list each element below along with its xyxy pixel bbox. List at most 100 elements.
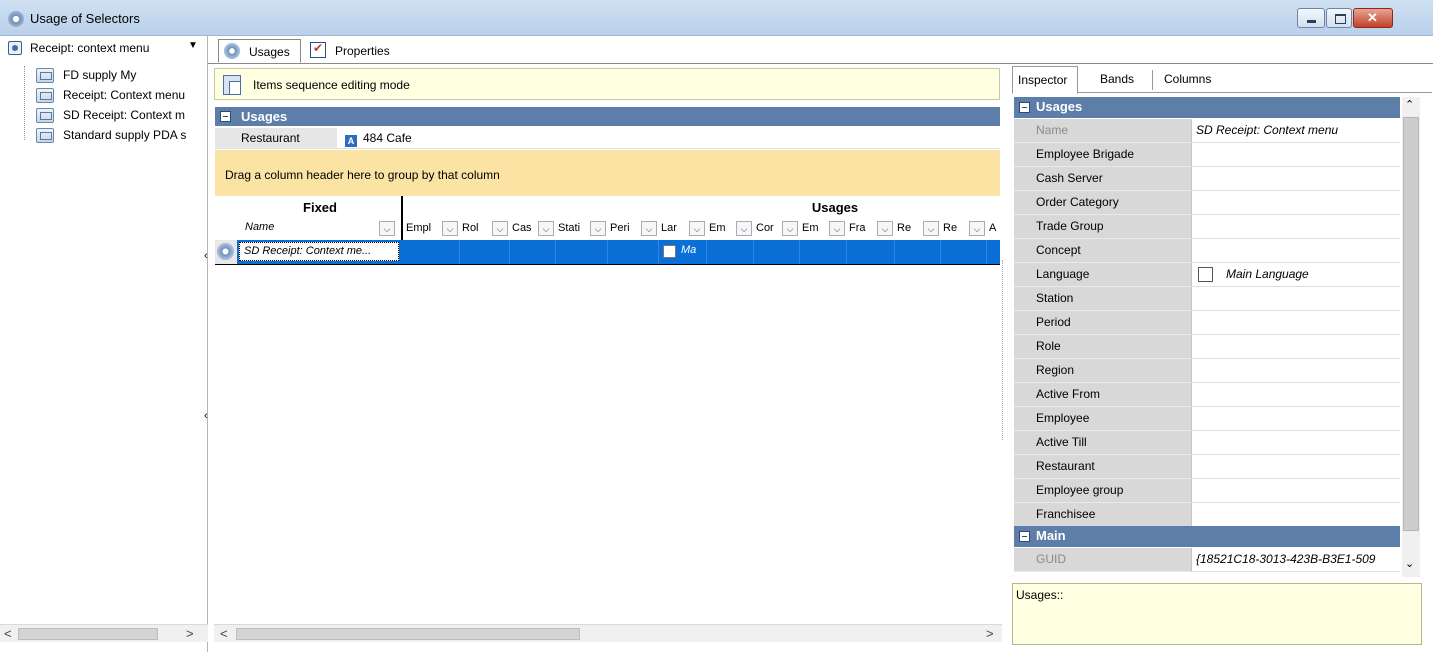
collapse-icon[interactable] [1019, 102, 1030, 113]
filter-dropdown-icon[interactable]: ⌵ [492, 221, 508, 236]
filter-dropdown-icon[interactable]: ⌵ [877, 221, 893, 236]
inspector-vertical-scrollbar[interactable]: ⌃ ⌄ [1402, 97, 1420, 577]
table-cell[interactable] [941, 240, 987, 264]
column-header[interactable]: Re ⌵ [895, 221, 941, 238]
filter-dropdown-icon[interactable]: ⌵ [736, 221, 752, 236]
row-name-cell[interactable]: SD Receipt: Context me... [239, 242, 399, 261]
column-header[interactable]: Lar ⌵ [659, 221, 707, 238]
column-header[interactable]: Stati ⌵ [556, 221, 608, 238]
table-cell[interactable] [754, 240, 800, 264]
filter-dropdown-icon[interactable]: ⌵ [590, 221, 606, 236]
scroll-thumb[interactable] [236, 628, 580, 640]
filter-dropdown-icon[interactable]: ⌵ [641, 221, 657, 236]
filter-dropdown-icon[interactable]: ⌵ [442, 221, 458, 236]
property-row[interactable]: Employee Brigade [1014, 143, 1400, 167]
language-checkbox[interactable] [1198, 267, 1213, 282]
tree-item[interactable]: SD Receipt: Context m [36, 108, 204, 124]
scroll-right-icon[interactable]: > [186, 626, 194, 641]
usages-section-header[interactable]: Usages [215, 107, 1000, 126]
property-row[interactable]: Language Main Language [1014, 263, 1400, 287]
category-main[interactable]: Main [1014, 526, 1400, 547]
table-cell[interactable] [510, 240, 556, 264]
tree-item[interactable]: Receipt: Context menu [36, 88, 204, 104]
tab-columns[interactable]: Columns [1164, 72, 1211, 86]
scroll-thumb[interactable] [1403, 117, 1419, 531]
left-horizontal-scrollbar[interactable]: < > [0, 624, 208, 642]
close-button[interactable] [1353, 8, 1393, 28]
band-usages[interactable]: Usages [715, 200, 955, 215]
tab-inspector[interactable]: Inspector [1012, 66, 1078, 94]
property-row[interactable]: Employee group [1014, 479, 1400, 503]
filter-dropdown-icon[interactable]: ⌵ [829, 221, 845, 236]
column-header-name[interactable]: Name [245, 221, 274, 233]
property-row[interactable]: Station [1014, 287, 1400, 311]
collapse-left-icon[interactable]: ‹ [204, 410, 208, 422]
scroll-left-icon[interactable]: < [220, 626, 228, 641]
column-header[interactable]: A [987, 221, 1000, 238]
column-header[interactable]: Em ⌵ [800, 221, 847, 238]
column-header[interactable]: Re ⌵ [941, 221, 987, 238]
tree-item[interactable]: FD supply My [36, 68, 204, 84]
column-header[interactable]: Peri ⌵ [608, 221, 659, 238]
property-row[interactable]: GUID {18521C18-3013-423B-B3E1-509 [1014, 548, 1400, 572]
scroll-down-icon[interactable]: ⌄ [1405, 557, 1414, 570]
column-header[interactable]: Cor ⌵ [754, 221, 800, 238]
column-header[interactable]: Empl ⌵ [404, 221, 460, 238]
property-row[interactable]: Trade Group [1014, 215, 1400, 239]
maximize-button[interactable] [1326, 8, 1352, 28]
table-cell[interactable] [608, 240, 659, 264]
table-cell[interactable] [460, 240, 510, 264]
property-row[interactable]: Franchisee [1014, 503, 1400, 527]
property-row[interactable]: Active From [1014, 383, 1400, 407]
property-row[interactable]: Role [1014, 335, 1400, 359]
property-row[interactable]: Active Till [1014, 431, 1400, 455]
scroll-right-icon[interactable]: > [986, 626, 994, 641]
dropdown-arrow-icon[interactable]: ▼ [188, 40, 198, 51]
scroll-thumb[interactable] [18, 628, 158, 640]
table-cell[interactable] [707, 240, 754, 264]
property-row[interactable]: Order Category [1014, 191, 1400, 215]
restaurant-value[interactable]: A 484 Cafe [345, 131, 412, 147]
filter-dropdown-icon[interactable]: ⌵ [538, 221, 554, 236]
table-cell[interactable] [556, 240, 608, 264]
category-usages[interactable]: Usages [1014, 97, 1400, 118]
property-row[interactable]: Employee [1014, 407, 1400, 431]
property-row[interactable]: Region [1014, 359, 1400, 383]
property-row[interactable]: Restaurant [1014, 455, 1400, 479]
column-header[interactable]: Rol ⌵ [460, 221, 510, 238]
grid-horizontal-scrollbar[interactable]: < > [214, 624, 1002, 642]
scroll-up-icon[interactable]: ⌃ [1405, 98, 1414, 111]
collapse-icon[interactable] [1019, 531, 1030, 542]
left-splitter[interactable]: ‹ ‹ [204, 250, 212, 430]
minimize-button[interactable] [1297, 8, 1325, 28]
filter-dropdown-icon[interactable]: ⌵ [782, 221, 798, 236]
right-splitter[interactable] [1002, 260, 1012, 440]
table-cell[interactable] [404, 240, 460, 264]
language-checkbox[interactable] [663, 245, 676, 258]
table-row[interactable]: SD Receipt: Context me... Ma [215, 240, 1000, 264]
context-combo[interactable]: Receipt: context menu ▼ [6, 38, 206, 60]
table-cell[interactable] [800, 240, 847, 264]
column-header[interactable]: Fra ⌵ [847, 221, 895, 238]
tab-bands[interactable]: Bands [1100, 72, 1134, 86]
tab-properties[interactable]: Properties [305, 39, 405, 63]
filter-dropdown-icon[interactable]: ⌵ [969, 221, 985, 236]
tab-usages[interactable]: Usages [218, 39, 301, 63]
collapse-left-icon[interactable]: ‹ [204, 250, 208, 262]
filter-dropdown-icon[interactable]: ⌵ [689, 221, 705, 236]
filter-dropdown-icon[interactable]: ⌵ [923, 221, 939, 236]
collapse-icon[interactable] [220, 111, 231, 122]
property-row[interactable]: Cash Server [1014, 167, 1400, 191]
column-header[interactable]: Cas ⌵ [510, 221, 556, 238]
scroll-left-icon[interactable]: < [4, 626, 12, 641]
table-cell[interactable] [895, 240, 941, 264]
group-by-panel[interactable]: Drag a column header here to group by th… [215, 150, 1000, 196]
tree-item[interactable]: Standard supply PDA s [36, 128, 204, 144]
filter-dropdown-icon[interactable]: ⌵ [379, 221, 395, 236]
column-header[interactable]: Em ⌵ [707, 221, 754, 238]
table-cell[interactable] [847, 240, 895, 264]
property-row[interactable]: Concept [1014, 239, 1400, 263]
band-fixed[interactable]: Fixed [239, 200, 401, 215]
property-row[interactable]: Period [1014, 311, 1400, 335]
property-row[interactable]: Name SD Receipt: Context menu [1014, 119, 1400, 143]
